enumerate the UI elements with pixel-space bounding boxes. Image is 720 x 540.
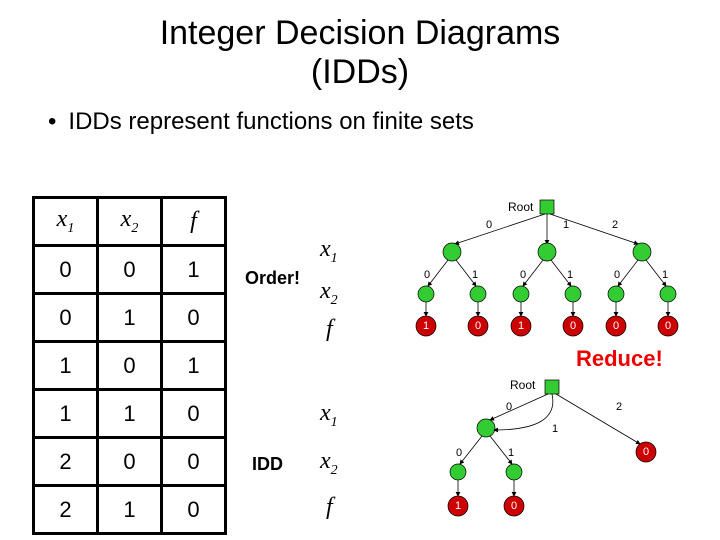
edge — [556, 394, 640, 444]
edge — [618, 260, 638, 286]
edge-label: 1 — [662, 269, 668, 281]
tree-node — [660, 286, 676, 302]
leaf-text: 0 — [570, 320, 576, 332]
edge-label: 0 — [456, 447, 462, 459]
tree-node — [418, 286, 434, 302]
edge-label: 1 — [552, 423, 558, 435]
edge-label: 2 — [612, 219, 618, 231]
tree-node — [513, 286, 529, 302]
tree-node — [633, 243, 651, 261]
leaf-text: 0 — [511, 500, 517, 512]
edge — [455, 214, 545, 244]
edge — [490, 394, 548, 420]
leaf-text: 1 — [518, 320, 524, 332]
leaf-text: 1 — [423, 320, 429, 332]
edge-label: 1 — [472, 269, 478, 281]
root-node-bottom — [545, 380, 559, 394]
leaf-text: 0 — [475, 320, 481, 332]
tree-node — [608, 286, 624, 302]
edge-label: 0 — [506, 401, 512, 413]
tree-node — [470, 286, 486, 302]
leaf-text: 0 — [665, 320, 671, 332]
leaf-text: 0 — [613, 320, 619, 332]
tree-node — [538, 243, 556, 261]
tree-node — [565, 286, 581, 302]
edge-label: 0 — [520, 269, 526, 281]
edge-label: 1 — [508, 447, 514, 459]
edge — [494, 394, 553, 430]
leaf-text: 1 — [455, 500, 461, 512]
tree-node — [450, 464, 466, 480]
edge-label: 1 — [567, 269, 573, 281]
tree-node — [506, 464, 522, 480]
edge-label: 1 — [563, 219, 569, 231]
edge-label: 0 — [486, 219, 492, 231]
edge — [428, 260, 448, 286]
tree-node — [477, 419, 495, 437]
tree-node — [443, 243, 461, 261]
edge-label: 0 — [614, 269, 620, 281]
edge-label: 2 — [616, 401, 622, 413]
edge-label: 0 — [424, 269, 430, 281]
leaf-text: 0 — [643, 446, 649, 458]
top-tree-svg: 0 1 2 0 1 0 1 0 1 1 0 1 0 0 0 0 2 1 — [0, 0, 720, 540]
root-node-top — [540, 200, 554, 214]
edge — [460, 436, 482, 464]
